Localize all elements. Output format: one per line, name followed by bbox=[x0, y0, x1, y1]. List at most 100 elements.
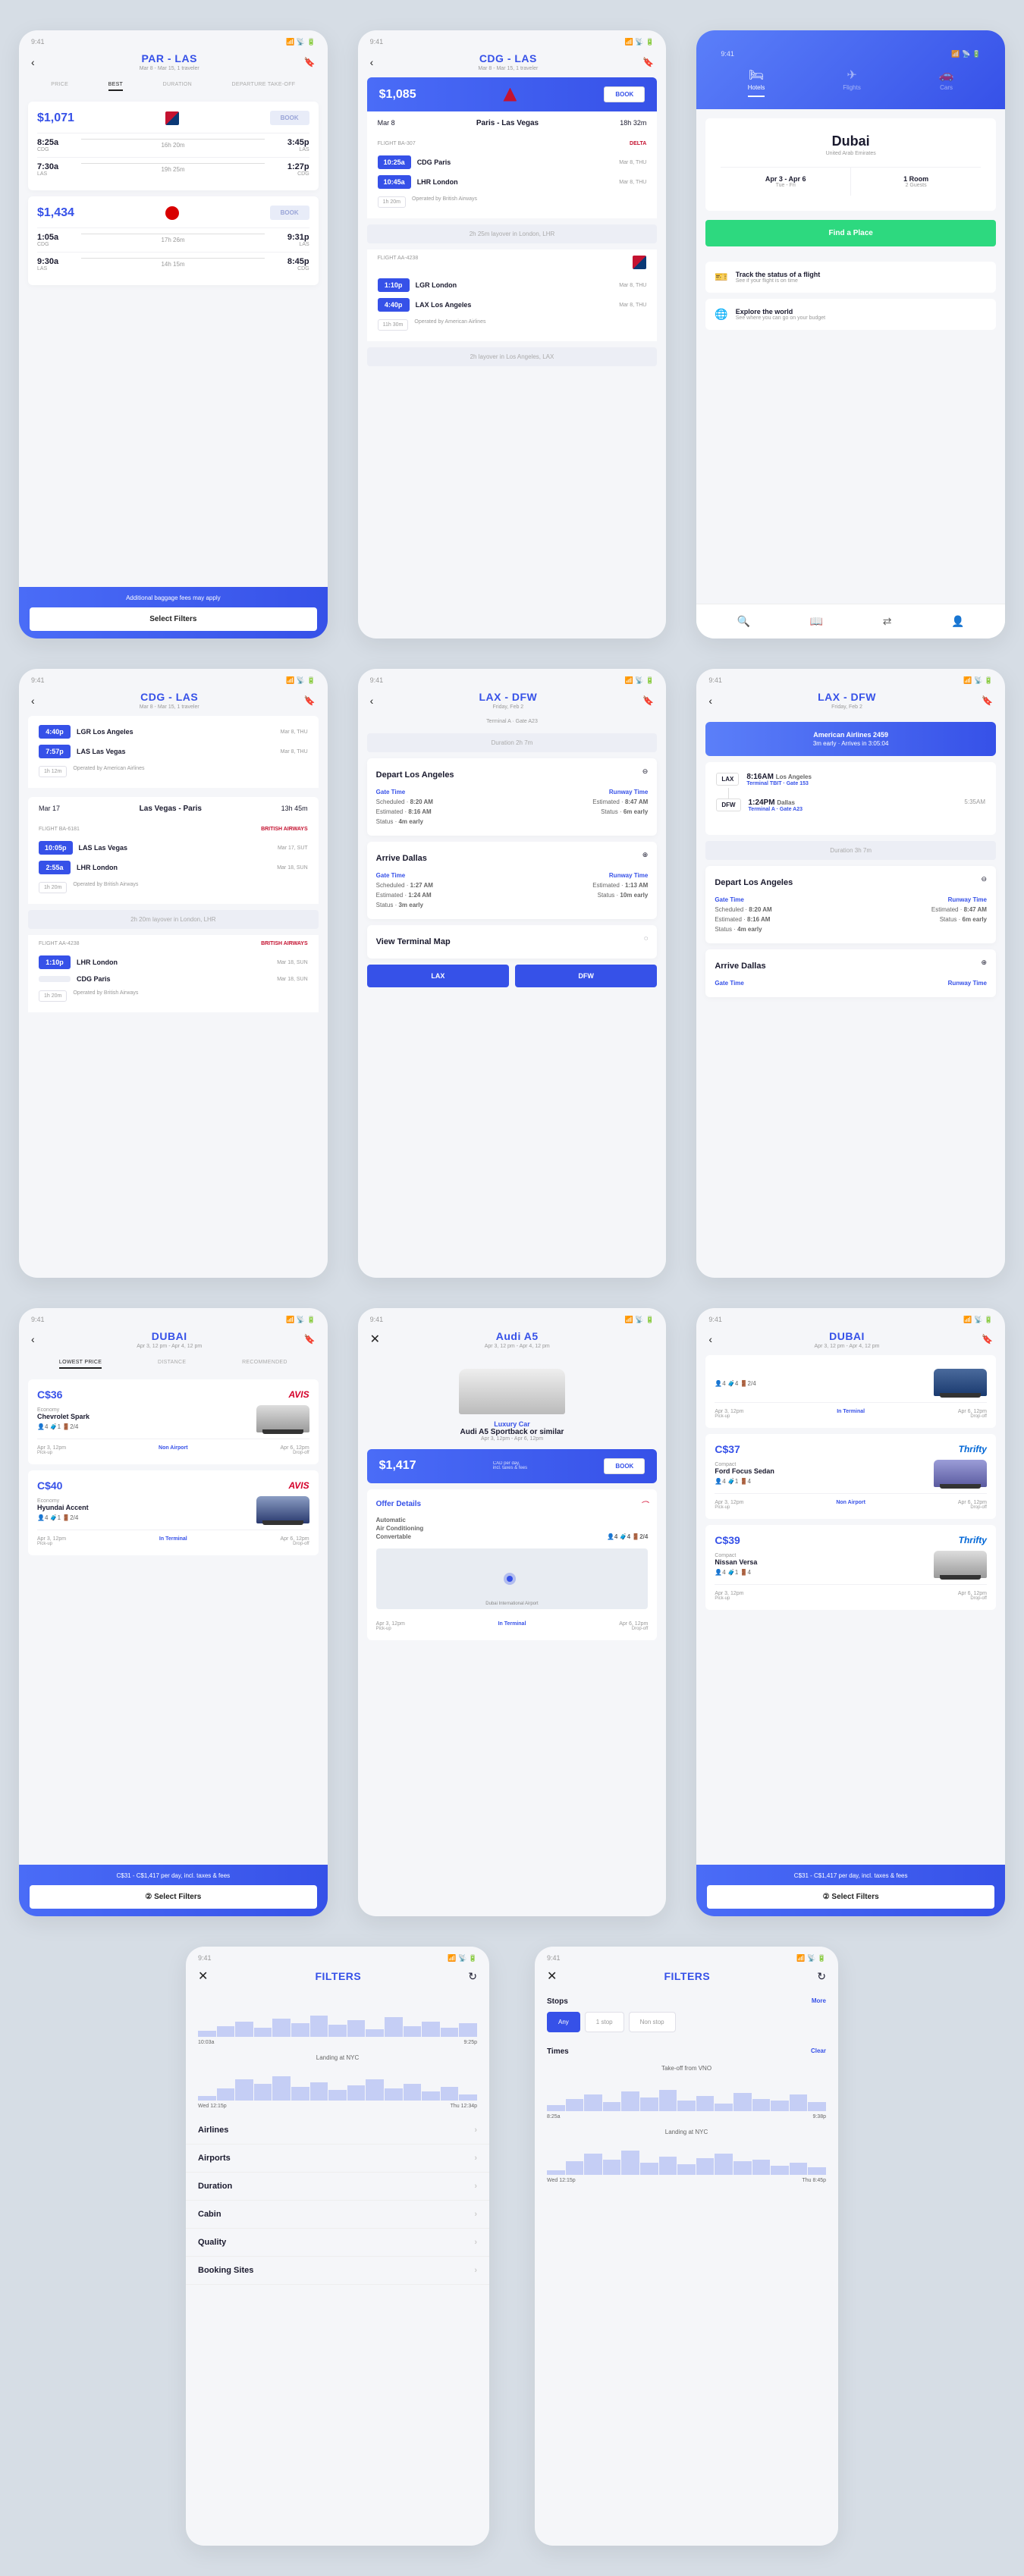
filter-row-booking-sites[interactable]: Booking Sites› bbox=[186, 2257, 489, 2285]
timeline: LAX8:16AM Los AngelesTerminal TBIT · Gat… bbox=[705, 762, 996, 835]
price-bar: $1,085BOOK bbox=[367, 77, 658, 111]
book-button[interactable]: BOOK bbox=[270, 206, 309, 220]
chevron-right-icon: › bbox=[474, 2154, 477, 2163]
footer: Additional baggage fees may apply Select… bbox=[19, 587, 328, 639]
more-link[interactable]: More bbox=[812, 1997, 826, 2006]
airline-logo-aa bbox=[633, 256, 646, 269]
bookmark-icon[interactable]: 🔖 bbox=[982, 695, 993, 706]
filter-row-airports[interactable]: Airports› bbox=[186, 2145, 489, 2173]
layover-bar: 2h 25m layover in London, LHR bbox=[367, 224, 658, 243]
close-icon[interactable]: ✕ bbox=[370, 1332, 380, 1347]
lax-button[interactable]: LAX bbox=[367, 965, 509, 987]
guide-icon[interactable]: 📖 bbox=[810, 615, 823, 628]
tab-duration[interactable]: DURATION bbox=[163, 82, 192, 91]
layover-bar: 2h layover in Los Angeles, LAX bbox=[367, 347, 658, 366]
tab-hotels[interactable]: 🛏Hotels bbox=[748, 67, 765, 97]
tab-departure[interactable]: DEPARTURE TAKE-OFF bbox=[232, 82, 296, 91]
chip-nonstop[interactable]: Non stop bbox=[629, 2012, 676, 2032]
tab-price[interactable]: PRICE bbox=[51, 82, 68, 91]
find-place-button[interactable]: Find a Place bbox=[705, 220, 996, 246]
terminal-map-row[interactable]: View Terminal Map◌ bbox=[367, 925, 658, 959]
car-image bbox=[256, 1496, 309, 1523]
select-filters-button[interactable]: ② Select Filters bbox=[30, 1885, 317, 1909]
tracking-banner: American Airlines 24593m early · Arrives… bbox=[705, 722, 996, 756]
car-image bbox=[934, 1369, 987, 1396]
car-card[interactable]: C$39Thrifty CompactNissan Versa👤4 🧳1 🚪4 … bbox=[705, 1525, 996, 1610]
dates-cell[interactable]: Apr 3 - Apr 6Tue - Fri bbox=[721, 168, 851, 196]
chevron-right-icon: › bbox=[474, 2126, 477, 2135]
bed-icon: 🛏 bbox=[748, 67, 765, 83]
depart-icon: ⊖ bbox=[981, 875, 987, 890]
close-icon[interactable]: ✕ bbox=[198, 1969, 208, 1984]
price: $1,434 bbox=[37, 206, 74, 220]
car-image bbox=[934, 1551, 987, 1578]
explore-card[interactable]: 🌐Explore the worldSee where you can go o… bbox=[705, 299, 996, 330]
tab-cars[interactable]: 🚗Cars bbox=[939, 67, 954, 97]
destination-name: Dubai bbox=[721, 133, 981, 149]
histogram[interactable] bbox=[198, 2070, 477, 2101]
tab-best[interactable]: BEST bbox=[108, 82, 123, 91]
bookmark-icon[interactable]: 🔖 bbox=[304, 57, 316, 67]
select-filters-button[interactable]: ② Select Filters bbox=[707, 1885, 994, 1909]
screen-home: 9:41📶 📡 🔋 🛏Hotels ✈Flights 🚗Cars Dubai U… bbox=[696, 30, 1005, 639]
chevron-right-icon: › bbox=[474, 2238, 477, 2247]
airline-logo-ac bbox=[165, 206, 179, 220]
dfw-button[interactable]: DFW bbox=[515, 965, 657, 987]
car-card[interactable]: C$36AVIS EconomyChevrolet Spark👤4 🧳1 🚪2/… bbox=[28, 1379, 319, 1464]
profile-icon[interactable]: 👤 bbox=[951, 615, 964, 628]
destination-card[interactable]: Dubai United Arab Emirates Apr 3 - Apr 6… bbox=[705, 118, 996, 211]
clear-link[interactable]: Clear bbox=[811, 2047, 826, 2056]
flight-card[interactable]: $1,434BOOK 1:05aCDG17h 26m9:31pLAS 9:30a… bbox=[28, 196, 319, 285]
search-icon[interactable]: 🔍 bbox=[737, 615, 750, 628]
screen-flight-results: 9:41📶 📡 🔋 ‹ PAR - LASMar 8 - Mar 15, 1 t… bbox=[19, 30, 328, 639]
chip-any[interactable]: Any bbox=[547, 2012, 580, 2032]
track-flight-card[interactable]: 🎫Track the status of a flightSee if your… bbox=[705, 262, 996, 293]
chevron-right-icon: › bbox=[474, 2266, 477, 2275]
flight-leg: 10:25aCDG ParisMar 8, THU 10:45aLHR Lond… bbox=[367, 152, 658, 218]
map[interactable]: Dubai International Airport bbox=[376, 1548, 649, 1609]
arrive-card: Arrive Dallas⊕ Gate TimeRunway Time Sche… bbox=[367, 842, 658, 919]
reset-icon[interactable]: ↻ bbox=[817, 1970, 826, 1983]
tab-distance[interactable]: DISTANCE bbox=[158, 1360, 186, 1369]
flight-card[interactable]: $1,071BOOK 8:25aCDG16h 20m3:45pLAS 7:30a… bbox=[28, 102, 319, 190]
arrive-icon: ⊕ bbox=[642, 851, 649, 866]
histogram[interactable] bbox=[198, 2007, 477, 2037]
filter-row-duration[interactable]: Duration› bbox=[186, 2173, 489, 2201]
filter-row-quality[interactable]: Quality› bbox=[186, 2229, 489, 2257]
chevron-right-icon: › bbox=[474, 2182, 477, 2191]
close-icon[interactable]: ✕ bbox=[547, 1969, 557, 1984]
bookmark-icon[interactable]: 🔖 bbox=[304, 1334, 316, 1344]
hero: 9:41📶 📡 🔋 🛏Hotels ✈Flights 🚗Cars bbox=[696, 30, 1005, 109]
select-filters-button[interactable]: Select Filters bbox=[30, 607, 317, 631]
histogram[interactable] bbox=[547, 2081, 826, 2111]
bookmark-icon[interactable]: 🔖 bbox=[982, 1334, 993, 1344]
filter-row-airlines[interactable]: Airlines› bbox=[186, 2116, 489, 2145]
chevron-right-icon: › bbox=[474, 2210, 477, 2219]
bookmark-icon[interactable]: 🔖 bbox=[642, 695, 654, 706]
tab-lowest[interactable]: LOWEST PRICE bbox=[59, 1360, 102, 1369]
histogram[interactable] bbox=[547, 2145, 826, 2175]
reset-icon[interactable]: ↻ bbox=[468, 1970, 477, 1983]
swap-icon[interactable]: ⇄ bbox=[883, 615, 892, 628]
plane-icon: ✈ bbox=[843, 67, 861, 83]
car-card-partial[interactable]: 👤4 🧳4 🚪2/4 Apr 3, 12pmPick-upIn Terminal… bbox=[705, 1355, 996, 1428]
screen-cars: 9:41📶 📡 🔋 ‹DUBAIApr 3, 12 pm - Apr 4, 12… bbox=[19, 1308, 328, 1916]
bookmark-icon[interactable]: 🔖 bbox=[642, 57, 654, 67]
rooms-cell[interactable]: 1 Room2 Guests bbox=[851, 168, 981, 196]
chip-1stop[interactable]: 1 stop bbox=[585, 2012, 624, 2032]
book-button[interactable]: BOOK bbox=[270, 111, 309, 125]
car-card[interactable]: C$40AVIS EconomyHyundai Accent👤4 🧳1 🚪2/4… bbox=[28, 1470, 319, 1555]
screen-filters-b: 9:41📶 📡 🔋 ✕FILTERS↻ StopsMore Any 1 stop… bbox=[535, 1947, 838, 2545]
screen-filters-a: 9:41📶 📡 🔋 ✕FILTERS↻ 10:03a9:25p Landing … bbox=[186, 1947, 489, 2545]
book-button[interactable]: BOOK bbox=[604, 1458, 645, 1474]
tab-recommended[interactable]: RECOMMENDED bbox=[242, 1360, 287, 1369]
ticket-icon: 🎫 bbox=[715, 271, 727, 284]
bookmark-icon[interactable]: 🔖 bbox=[304, 695, 316, 706]
car-card[interactable]: C$37Thrifty CompactFord Focus Sedan👤4 🧳1… bbox=[705, 1434, 996, 1519]
tab-flights[interactable]: ✈Flights bbox=[843, 67, 861, 97]
offer-details: Offer Details⌒ AutomaticAir Conditioning… bbox=[367, 1489, 658, 1640]
flight-leg: 1:10pLGR LondonMar 8, THU 4:40pLAX Los A… bbox=[367, 275, 658, 341]
filter-row-cabin[interactable]: Cabin› bbox=[186, 2201, 489, 2229]
arrive-icon: ⊕ bbox=[981, 959, 987, 974]
book-button[interactable]: BOOK bbox=[604, 86, 645, 102]
